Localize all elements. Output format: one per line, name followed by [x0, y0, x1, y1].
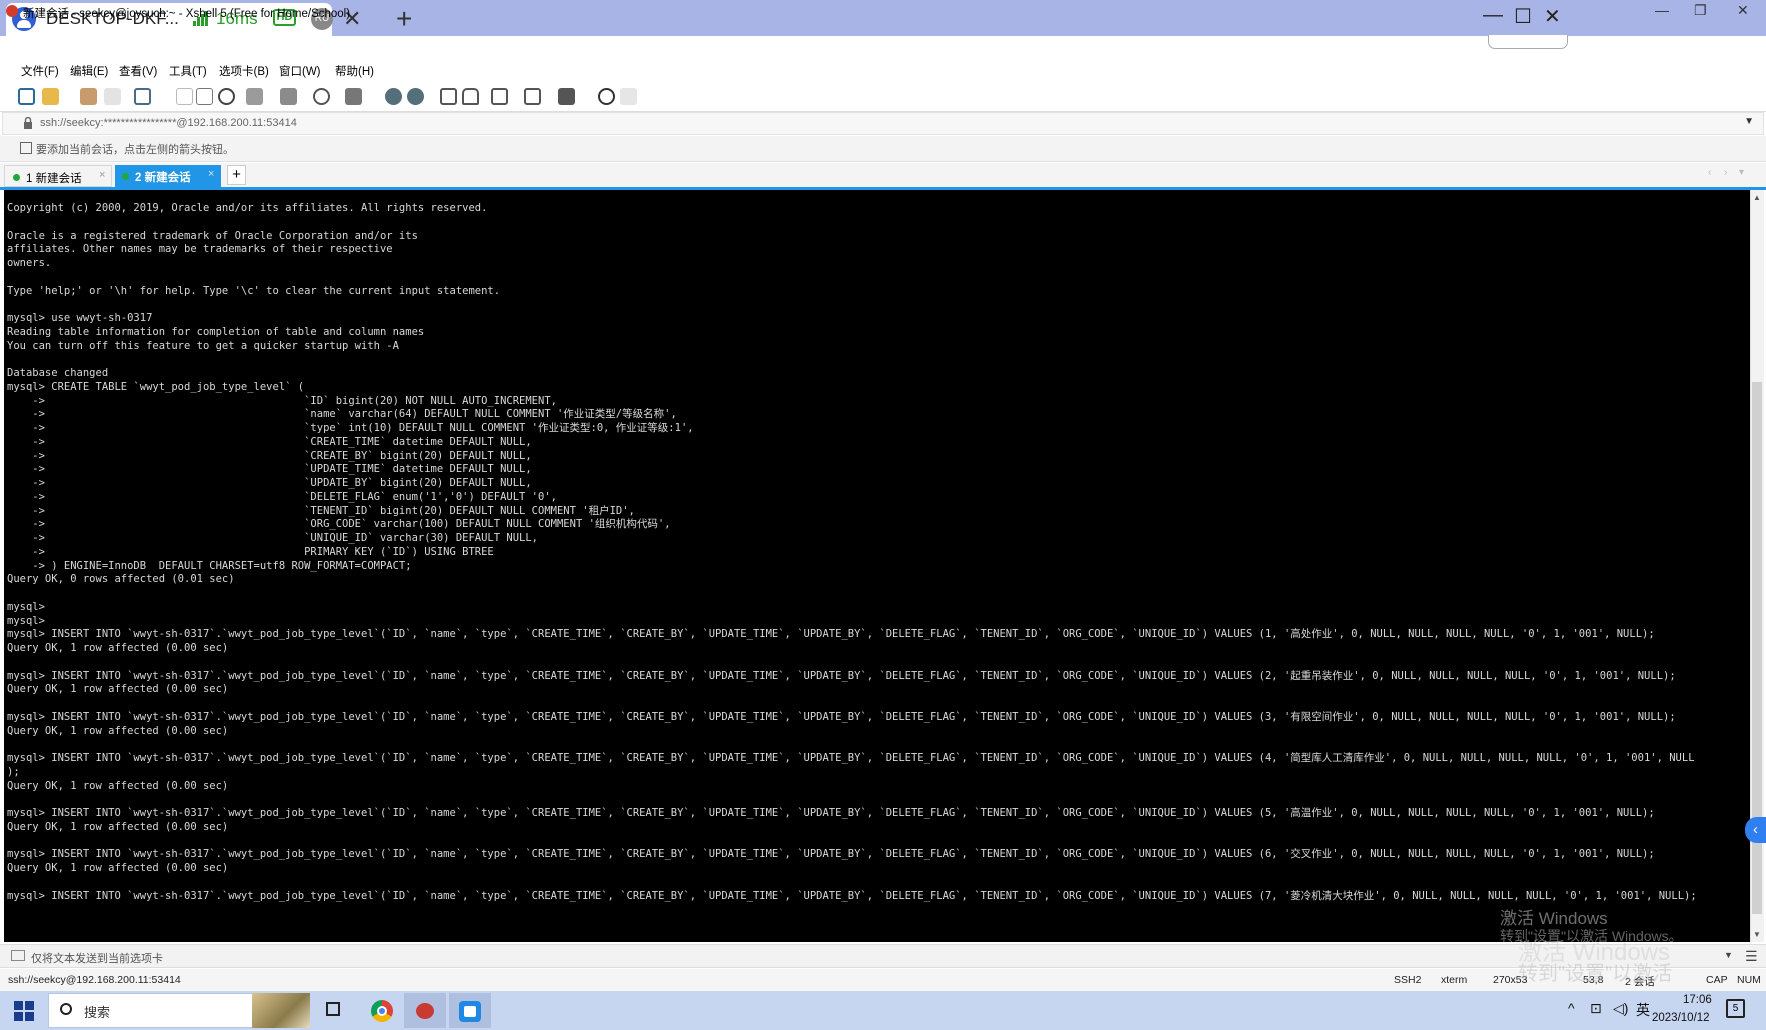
close-tab-icon[interactable]: ×: [99, 169, 105, 181]
globe-icon[interactable]: [313, 88, 330, 105]
paste-icon[interactable]: [196, 88, 213, 105]
reconnect-icon[interactable]: [80, 88, 97, 105]
side-panel-toggle[interactable]: ‹: [1745, 817, 1766, 843]
xshell-minimize-icon[interactable]: —: [1655, 2, 1669, 18]
tab-label: 1 新建会话: [26, 173, 82, 185]
xshell-icon[interactable]: [414, 1001, 436, 1021]
hint-text: 要添加当前会话，点击左侧的箭头按钮。: [36, 144, 234, 156]
volume-icon[interactable]: ◁): [1613, 1000, 1628, 1017]
chat-icon[interactable]: [620, 88, 637, 105]
tab-session-2[interactable]: 2 新建会话 ×: [115, 165, 221, 187]
status-protocol: SSH2: [1394, 974, 1422, 986]
tray-overflow-icon[interactable]: ^: [1568, 1000, 1575, 1016]
compose-icon[interactable]: [524, 88, 541, 105]
toolbar: [0, 82, 1766, 112]
compose-input[interactable]: 仅将文本发送到当前选项卡: [31, 950, 163, 966]
new-tab-icon[interactable]: +: [396, 3, 412, 35]
menu-window[interactable]: 窗口(W): [279, 63, 321, 79]
tab-list-icon[interactable]: ▾: [1739, 167, 1744, 178]
session-tab-strip: [0, 163, 1766, 188]
xshell-close-icon[interactable]: ✕: [1737, 2, 1749, 19]
help-icon[interactable]: [598, 88, 615, 105]
fullscreen-icon[interactable]: [440, 88, 457, 105]
xshell-restore-icon[interactable]: ❐: [1694, 2, 1707, 19]
session-hint-bar: [0, 136, 1766, 162]
search-placeholder[interactable]: 搜索: [84, 1002, 110, 1021]
drag-handle[interactable]: [1488, 35, 1568, 49]
app-icon[interactable]: [459, 1001, 481, 1022]
connected-dot-icon: [13, 174, 20, 181]
status-term: xterm: [1441, 974, 1468, 986]
tab-label: 2 新建会话: [135, 172, 191, 184]
tab-prev-icon[interactable]: ‹: [1708, 167, 1711, 178]
layout-icon[interactable]: [558, 88, 575, 105]
chrome-icon[interactable]: [371, 1000, 393, 1022]
clock-time[interactable]: 17:06: [1683, 994, 1712, 1006]
xshell-logo-icon: [6, 5, 18, 17]
menu-view[interactable]: 查看(V): [119, 63, 157, 79]
scroll-down-icon[interactable]: ▼: [1753, 930, 1761, 939]
new-session-icon[interactable]: [18, 88, 35, 105]
copy-icon[interactable]: [176, 88, 193, 105]
disconnect-icon[interactable]: [104, 88, 121, 105]
notification-center-icon[interactable]: 5: [1726, 999, 1745, 1018]
search-icon: [60, 1003, 72, 1015]
compose-icon: [11, 950, 25, 961]
address-text[interactable]: ssh://seekcy:*****************@192.168.2…: [40, 117, 297, 129]
find-icon[interactable]: [218, 88, 235, 105]
status-connection: ssh://seekcy@192.168.200.11:53414: [8, 974, 181, 986]
status-bar: ssh://seekcy@192.168.200.11:53414 SSH2 x…: [0, 969, 1766, 991]
maximize-icon[interactable]: ☐: [1514, 4, 1532, 29]
windows-start-icon[interactable]: [14, 1001, 34, 1021]
keyboard-icon[interactable]: [491, 88, 508, 105]
network-icon[interactable]: ⊡: [1590, 1000, 1602, 1017]
padlock-icon: [23, 116, 33, 129]
ime-indicator[interactable]: 英: [1636, 1000, 1650, 1020]
connected-dot-icon: [122, 173, 129, 180]
add-session-arrow-icon[interactable]: [20, 142, 32, 154]
menu-bar: 文件(F) 编辑(E) 查看(V) 工具(T) 选项卡(B) 窗口(W) 帮助(…: [0, 59, 1766, 81]
terminal-window[interactable]: Copyright (c) 2000, 2019, Oracle and/or …: [4, 190, 1750, 942]
lock-icon[interactable]: [462, 88, 479, 105]
xagent-icon[interactable]: [407, 88, 424, 105]
font-icon[interactable]: [345, 88, 362, 105]
xftp-icon[interactable]: [385, 88, 402, 105]
tab-session-1[interactable]: 1 新建会话 ×: [4, 165, 112, 187]
close-tab-icon[interactable]: ×: [208, 168, 214, 180]
clock-date[interactable]: 2023/10/12: [1652, 1012, 1710, 1024]
scroll-up-icon[interactable]: ▲: [1753, 193, 1761, 202]
address-dropdown-icon[interactable]: ▼: [1744, 116, 1754, 127]
search-highlight-image[interactable]: [252, 993, 310, 1028]
properties-icon[interactable]: [134, 88, 151, 105]
window-title: 新建会话 - seekcy@joysuch:~ - Xshell 5 (Free…: [23, 8, 351, 20]
task-view-icon[interactable]: [326, 1002, 340, 1016]
tab-next-icon[interactable]: ›: [1724, 167, 1727, 178]
menu-file[interactable]: 文件(F): [21, 63, 59, 79]
open-folder-icon[interactable]: [42, 88, 59, 105]
add-tab-button[interactable]: +: [227, 165, 246, 185]
menu-edit[interactable]: 编辑(E): [70, 63, 108, 79]
menu-tabs[interactable]: 选项卡(B): [219, 63, 269, 79]
minimize-icon[interactable]: —: [1483, 4, 1503, 27]
print-icon[interactable]: [246, 88, 263, 105]
transfer-icon[interactable]: [280, 88, 297, 105]
compose-bar: [0, 944, 1766, 968]
menu-tools[interactable]: 工具(T): [169, 63, 207, 79]
terminal-output: Copyright (c) 2000, 2019, Oracle and/or …: [7, 202, 1697, 902]
close-window-icon[interactable]: ✕: [1544, 4, 1561, 29]
menu-help[interactable]: 帮助(H): [335, 63, 374, 79]
